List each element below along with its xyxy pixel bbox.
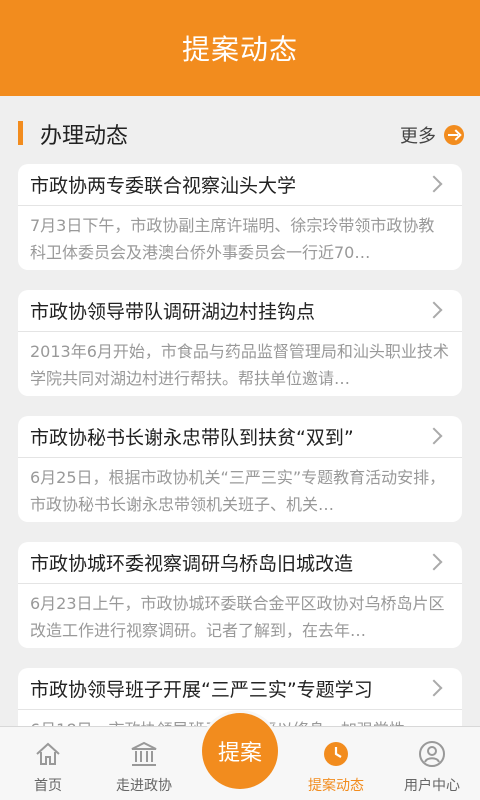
chevron-right-icon <box>425 679 443 697</box>
news-title: 市政协两专委联合视察汕头大学 <box>30 175 297 197</box>
news-summary: 2013年6月开始，市食品与药品监督管理局和汕头职业技术学院共同对湖边村进行帮扶… <box>30 342 449 388</box>
news-card-header: 市政协城环委视察调研乌桥岛旧城改造 <box>18 542 462 584</box>
news-card[interactable]: 市政协城环委视察调研乌桥岛旧城改造 6月23日上午，市政协城环委联合金平区政协对… <box>18 542 462 648</box>
tab-about[interactable]: 走进政协 <box>96 727 192 800</box>
news-summary: 7月3日下午，市政协副主席许瑞明、徐宗玲带领市政协教科卫体委员会及港澳台侨外事委… <box>30 216 435 262</box>
news-title: 市政协领导班子开展“三严三实”专题学习 <box>30 679 373 701</box>
tab-home-label: 首页 <box>34 778 62 794</box>
news-title: 市政协领导带队调研湖边村挂钩点 <box>30 301 316 323</box>
propose-button-label: 提案 <box>217 741 262 766</box>
news-title: 市政协秘书长谢永忠带队到扶贫“双到” <box>30 427 354 449</box>
chevron-right-icon <box>425 427 443 445</box>
news-card-header: 市政协秘书长谢永忠带队到扶贫“双到” <box>18 416 462 458</box>
tab-home[interactable]: 首页 <box>0 727 96 800</box>
chevron-right-icon <box>425 175 443 193</box>
news-card-header: 市政协领导班子开展“三严三实”专题学习 <box>18 668 462 710</box>
news-list: 市政协两专委联合视察汕头大学 7月3日下午，市政协副主席许瑞明、徐宗玲带领市政协… <box>18 164 462 794</box>
building-icon <box>129 739 159 769</box>
news-title: 市政协城环委视察调研乌桥岛旧城改造 <box>30 553 354 575</box>
tab-user-label: 用户中心 <box>404 778 460 794</box>
tab-user[interactable]: 用户中心 <box>384 727 480 800</box>
news-summary: 6月25日，根据市政协机关“三严三实”专题教育活动安排，市政协秘书长谢永忠带领机… <box>30 468 446 514</box>
news-card-header: 市政协两专委联合视察汕头大学 <box>18 164 462 206</box>
more-button[interactable]: 更多 <box>400 122 464 148</box>
more-label: 更多 <box>400 126 436 147</box>
chevron-right-icon <box>425 553 443 571</box>
tab-about-label: 走进政协 <box>116 778 172 794</box>
chevron-right-icon <box>425 301 443 319</box>
home-icon <box>33 739 63 769</box>
top-bar: 提案动态 <box>0 0 480 96</box>
tab-dynamics-label: 提案动态 <box>308 778 364 794</box>
section-title: 办理动态 <box>40 124 129 149</box>
section-header: 办理动态 更多 <box>0 110 480 156</box>
propose-button[interactable]: 提案 <box>202 713 278 789</box>
tab-dynamics[interactable]: 提案动态 <box>288 727 384 800</box>
news-card[interactable]: 市政协秘书长谢永忠带队到扶贫“双到” 6月25日，根据市政协机关“三严三实”专题… <box>18 416 462 522</box>
news-card[interactable]: 市政协领导带队调研湖边村挂钩点 2013年6月开始，市食品与药品监督管理局和汕头… <box>18 290 462 396</box>
news-card-header: 市政协领导带队调研湖边村挂钩点 <box>18 290 462 332</box>
news-summary: 6月23日上午，市政协城环委联合金平区政协对乌桥岛片区改造工作进行视察调研。记者… <box>30 594 445 640</box>
section-accent-bar <box>18 121 23 145</box>
news-card[interactable]: 市政协两专委联合视察汕头大学 7月3日下午，市政协副主席许瑞明、徐宗玲带领市政协… <box>18 164 462 270</box>
arrow-right-circle-icon <box>444 125 464 145</box>
user-icon <box>417 739 447 769</box>
clock-icon <box>321 739 351 769</box>
page-title: 提案动态 <box>181 33 298 66</box>
